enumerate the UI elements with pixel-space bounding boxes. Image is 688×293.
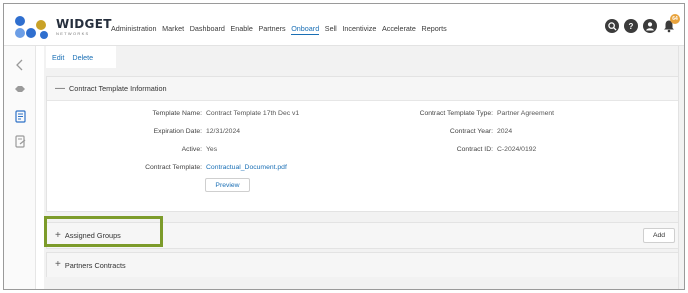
contract-template-info-panel: — Contract Template Information Template… <box>46 76 684 212</box>
nav-dashboard[interactable]: Dashboard <box>190 24 225 35</box>
nav-incentivize[interactable]: Incentivize <box>342 24 376 35</box>
partners-contracts-panel: + Partners Contracts <box>46 252 684 277</box>
assigned-groups-title: Assigned Groups <box>64 231 121 240</box>
contract-year-value: 2024 <box>497 128 513 135</box>
nav-reports[interactable]: Reports <box>422 24 447 35</box>
partners-contracts-header[interactable]: + Partners Contracts <box>47 253 684 277</box>
chevron-left-icon[interactable] <box>13 58 27 72</box>
template-type-label: Contract Template Type: <box>419 110 493 117</box>
preview-button[interactable]: Preview <box>205 178 250 192</box>
help-icon[interactable]: ? <box>624 19 638 33</box>
contract-template-file-link[interactable]: Contractual_Document.pdf <box>206 163 287 172</box>
user-icon[interactable] <box>643 19 657 33</box>
info-panel-title: Contract Template Information <box>69 84 167 93</box>
template-name-value: Contract Template 17th Dec v1 <box>206 110 300 117</box>
template-name-label: Template Name: <box>152 110 203 117</box>
add-button[interactable]: Add <box>643 228 675 243</box>
app-window: WIDGET NETWORKS Administration Market Da… <box>3 3 685 290</box>
main-content: Edit Delete — Contract Template Informat… <box>44 46 684 289</box>
contract-year-label: Contract Year: <box>449 128 493 135</box>
nav-enable[interactable]: Enable <box>230 24 252 35</box>
edit-button[interactable]: Edit <box>52 53 64 62</box>
brand-subtitle: NETWORKS <box>56 31 90 36</box>
nav-market[interactable]: Market <box>162 24 184 35</box>
document-icon[interactable] <box>13 109 27 123</box>
handshake-icon[interactable] <box>13 82 27 96</box>
nav-sell[interactable]: Sell <box>325 24 337 35</box>
assigned-groups-panel: + Assigned Groups Add <box>46 222 684 249</box>
collapse-icon[interactable]: — <box>55 83 65 94</box>
header-icons: ? 64 <box>605 14 680 33</box>
nav-onboard[interactable]: Onboard <box>291 24 320 35</box>
expiration-label: Expiration Date: <box>153 128 202 135</box>
template-type-value: Partner Agreement <box>497 110 555 117</box>
left-sidebar <box>4 46 36 289</box>
brand-name: WIDGET <box>56 17 112 31</box>
notifications[interactable]: 64 <box>662 14 680 33</box>
nav-administration[interactable]: Administration <box>111 24 157 35</box>
notification-badge: 64 <box>670 14 680 24</box>
info-panel-header[interactable]: — Contract Template Information <box>47 77 684 101</box>
nav-partners[interactable]: Partners <box>258 24 285 35</box>
main-nav: Administration Market Dashboard Enable P… <box>111 24 452 35</box>
delete-button[interactable]: Delete <box>72 53 93 62</box>
brand: WIDGET NETWORKS <box>56 18 112 36</box>
record-actions: Edit Delete <box>46 46 116 68</box>
contract-edit-icon[interactable] <box>13 134 27 148</box>
nav-accelerate[interactable]: Accelerate <box>382 24 416 35</box>
expand-icon[interactable]: + <box>55 230 61 241</box>
top-bar: WIDGET NETWORKS Administration Market Da… <box>4 4 684 46</box>
active-value: Yes <box>206 146 218 153</box>
active-label: Active: <box>181 146 202 153</box>
contract-id-value: C-2024/0192 <box>497 146 537 153</box>
contract-template-label: Contract Template: <box>145 164 202 171</box>
expand-icon[interactable]: + <box>55 260 61 270</box>
expiration-value: 12/31/2024 <box>206 128 241 135</box>
contract-id-label: Contract ID: <box>456 146 493 153</box>
widget-logo-icon <box>15 16 48 39</box>
scrollbar[interactable] <box>678 46 684 289</box>
partners-contracts-title: Partners Contracts <box>64 260 126 270</box>
search-icon[interactable] <box>605 19 619 33</box>
assigned-groups-header[interactable]: + Assigned Groups <box>47 223 684 248</box>
